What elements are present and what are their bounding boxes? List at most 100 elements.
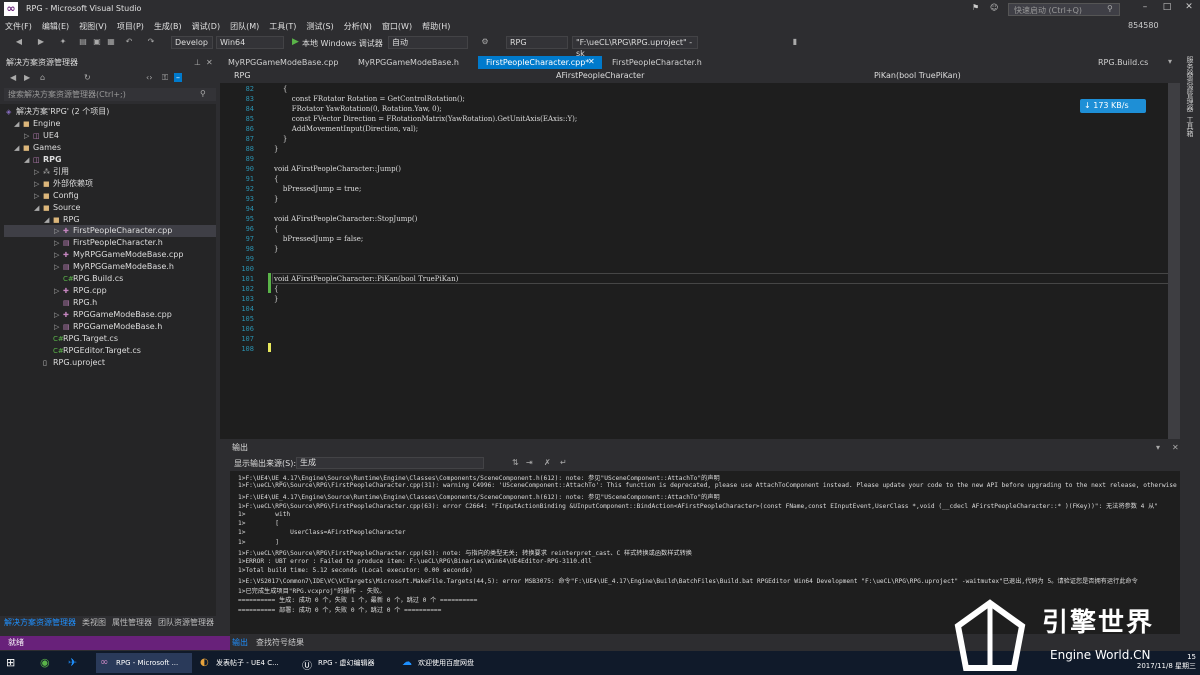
menu-file[interactable]: 文件(F): [0, 21, 37, 32]
tree-item-rpgeditor-target-cs[interactable]: C#RPGEditor.Target.cs: [53, 345, 141, 357]
pin-icon[interactable]: ⊥: [194, 58, 201, 67]
nav-class-select[interactable]: AFirstPeopleCharacter: [546, 70, 846, 82]
collapse-arrow-icon[interactable]: ▷: [54, 237, 63, 249]
code-editor[interactable]: ↓ 173 KB/s 82 {83 const FRotator Rotatio…: [220, 83, 1180, 439]
windows-start-icon[interactable]: ⊞: [6, 656, 15, 669]
server-explorer-tab[interactable]: 服务器资源管理器: [1185, 56, 1195, 112]
maximize-button[interactable]: □: [1160, 2, 1174, 15]
collapse-arrow-icon[interactable]: ▷: [54, 249, 63, 261]
close-tab-icon[interactable]: ✕: [588, 57, 595, 66]
tree-item-rpggamemodebase-cpp[interactable]: ▷ ✚ RPGGameModeBase.cpp: [54, 309, 172, 321]
tree-item-firstpeoplecharacter-h[interactable]: ▷ ▤ FirstPeopleCharacter.h: [54, 237, 163, 249]
tree-item-rpg-target-cs[interactable]: C#RPG.Target.cs: [53, 333, 118, 345]
code-view-icon[interactable]: ‹›: [146, 73, 152, 82]
collapse-arrow-icon[interactable]: ▷: [34, 190, 43, 202]
quick-launch-input[interactable]: 快速启动 (Ctrl+Q): [1008, 3, 1120, 16]
tab-myrpggamemodebase-cpp[interactable]: MyRPGGameModeBase.cpp: [220, 56, 348, 69]
back-icon[interactable]: ◀: [10, 73, 16, 82]
tab-find-symbol-results[interactable]: 查找符号结果: [256, 637, 304, 649]
collapse-arrow-icon[interactable]: ▷: [54, 261, 63, 273]
undo-icon[interactable]: ↶: [124, 37, 134, 47]
bookmark-icon[interactable]: ▮: [790, 37, 800, 47]
tab-myrpggamemodebase-h[interactable]: MyRPGGameModeBase.h: [350, 56, 476, 69]
tree-item-rpggamemodebase-h[interactable]: ▷ ▤ RPGGameModeBase.h: [54, 321, 162, 333]
menu-help[interactable]: 帮助(H): [417, 21, 455, 32]
tree-item-references[interactable]: ▷ ⁂ 引用: [34, 166, 69, 178]
refresh-icon[interactable]: ↻: [84, 73, 91, 82]
taskbar-item-visual-studio[interactable]: RPG - Microsoft ...: [96, 653, 192, 673]
toolbox-tab[interactable]: 工具箱: [1185, 116, 1195, 137]
nav-project-select[interactable]: RPG: [224, 70, 544, 82]
nav-member-select[interactable]: PiKan(bool TruePiKan): [864, 70, 1164, 82]
collapse-arrow-icon[interactable]: ▷: [24, 130, 33, 142]
save-all-icon[interactable]: ▦: [106, 37, 116, 47]
tab-firstpeoplecharacter-cpp[interactable]: FirstPeopleCharacter.cpp*: [478, 56, 602, 69]
menu-project[interactable]: 项目(P): [112, 21, 149, 32]
feedback-icon[interactable]: ☺: [990, 3, 998, 12]
command-args-select[interactable]: "F:\ueCL\RPG\RPG.uproject" -sk: [572, 36, 698, 58]
taskbar-item-browser[interactable]: 发表帖子 - UE4 C...: [196, 653, 292, 673]
tab-overflow-icon[interactable]: ▾: [1168, 57, 1172, 66]
new-project-icon[interactable]: ✦: [58, 37, 68, 47]
tree-item-solution[interactable]: ◈ 解决方案'RPG' (2 个项目): [6, 106, 109, 118]
taskbar-item-unreal-editor[interactable]: RPG - 虚幻编辑器: [298, 653, 392, 673]
close-button[interactable]: ✕: [1182, 2, 1196, 15]
menu-window[interactable]: 窗口(W): [377, 21, 417, 32]
tab-property-manager[interactable]: 属性管理器: [112, 617, 152, 629]
menu-edit[interactable]: 编辑(E): [37, 21, 74, 32]
platform-select[interactable]: Win64: [216, 36, 284, 49]
tab-rpg-build-cs[interactable]: RPG.Build.cs: [1090, 56, 1164, 69]
tree-item-games[interactable]: ◢ ■ Games: [14, 142, 61, 154]
collapse-arrow-icon[interactable]: ▷: [34, 178, 43, 190]
back-icon[interactable]: ◀: [14, 37, 24, 47]
tab-firstpeoplecharacter-h[interactable]: FirstPeopleCharacter.h: [604, 56, 724, 69]
tree-item-rpg-build-cs[interactable]: C#RPG.Build.cs: [63, 273, 123, 285]
collapse-arrow-icon[interactable]: ▷: [54, 321, 63, 333]
tree-item-firstpeoplecharacter-cpp[interactable]: ▷ ✚ FirstPeopleCharacter.cpp: [4, 225, 216, 237]
app-pinned-icon[interactable]: ✈: [68, 656, 77, 669]
tree-item-ue4[interactable]: ▷ ◫ UE4: [24, 130, 59, 142]
collapse-arrow-icon[interactable]: ▷: [54, 285, 63, 297]
tab-class-view[interactable]: 类视图: [82, 617, 106, 629]
debugger-mode-select[interactable]: 自动: [388, 36, 468, 49]
start-debug-icon[interactable]: ▶: [292, 37, 299, 47]
process-icon[interactable]: ⚙: [480, 37, 490, 47]
menu-build[interactable]: 生成(B): [149, 21, 187, 32]
output-source-select[interactable]: 生成: [296, 457, 484, 469]
browser-icon[interactable]: ◉: [40, 656, 50, 669]
solution-search-input[interactable]: 搜索解决方案资源管理器(Ctrl+;): [4, 88, 216, 101]
next-message-icon[interactable]: ⇥: [526, 458, 533, 467]
menu-analyze[interactable]: 分析(N): [339, 21, 377, 32]
tab-solution-explorer[interactable]: 解决方案资源管理器: [4, 617, 76, 629]
tree-item-rpg-uproject[interactable]: ▯ RPG.uproject: [43, 357, 105, 369]
tree-item-myrpggamemodebase-cpp[interactable]: ▷ ✚ MyRPGGameModeBase.cpp: [54, 249, 183, 261]
user-account[interactable]: 854580: [1128, 21, 1159, 30]
editor-scrollbar[interactable]: [1168, 83, 1180, 439]
minimize-button[interactable]: –: [1138, 2, 1152, 15]
preview-icon[interactable]: –: [174, 73, 182, 82]
forward-icon[interactable]: ▶: [24, 73, 30, 82]
configuration-select[interactable]: Develop: [171, 36, 213, 49]
forward-icon[interactable]: ▶: [36, 37, 46, 47]
expand-arrow-icon[interactable]: ◢: [34, 202, 43, 214]
save-icon[interactable]: ▣: [92, 37, 102, 47]
notification-icon[interactable]: ⚑: [972, 3, 979, 12]
tree-item-source[interactable]: ◢ ■ Source: [34, 202, 80, 214]
menu-view[interactable]: 视图(V): [74, 21, 112, 32]
tab-output[interactable]: 输出: [232, 637, 248, 649]
taskbar-item-baidu-netdisk[interactable]: 欢迎使用百度网盘: [398, 653, 498, 673]
tree-item-external-deps[interactable]: ▷ ■ 外部依赖项: [34, 178, 93, 190]
expand-arrow-icon[interactable]: ◢: [24, 154, 33, 166]
clear-all-icon[interactable]: ✗: [544, 458, 551, 467]
expand-arrow-icon[interactable]: ◢: [14, 142, 23, 154]
tree-item-engine[interactable]: ◢ ■ Engine: [14, 118, 60, 130]
expand-arrow-icon[interactable]: ◢: [14, 118, 23, 130]
tab-team-explorer[interactable]: 团队资源管理器: [158, 617, 214, 629]
menu-test[interactable]: 测试(S): [301, 21, 338, 32]
tree-item-rpg-project[interactable]: ◢ ◫ RPG: [24, 154, 62, 166]
close-panel-icon[interactable]: ✕: [206, 58, 213, 67]
collapse-arrow-icon[interactable]: ▷: [54, 309, 63, 321]
menu-debug[interactable]: 调试(D): [187, 21, 225, 32]
output-dropdown-icon[interactable]: ▾: [1156, 443, 1160, 452]
open-icon[interactable]: ▤: [78, 37, 88, 47]
